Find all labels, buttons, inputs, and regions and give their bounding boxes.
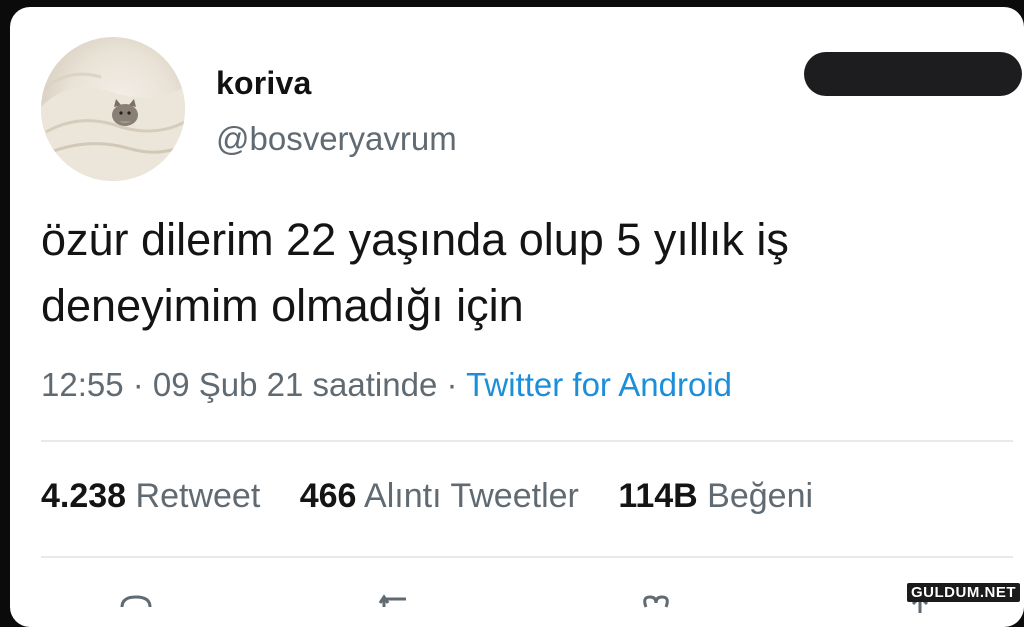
display-name[interactable]: koriva: [216, 65, 311, 102]
user-handle[interactable]: @bosveryavrum: [216, 120, 457, 158]
tweet-text-line-1: özür dilerim 22 yaşında olup 5 yıllık iş: [41, 214, 789, 265]
watermark-logo: GULDUM.NET: [907, 583, 1020, 602]
retweets-label: Retweet: [135, 477, 261, 515]
like-icon[interactable]: [636, 593, 676, 623]
tweet-time[interactable]: 12:55: [41, 366, 124, 403]
divider: [41, 556, 1013, 558]
cat-on-blanket-avatar-icon: [41, 72, 185, 181]
tweet-text-line-2: deneyimim olmadığı için: [41, 280, 524, 331]
divider: [41, 440, 1013, 442]
retweets-count: 4.238: [41, 477, 127, 515]
tweet-text: özür dilerim 22 yaşında olup 5 yıllık iş…: [41, 207, 1001, 339]
tweet-stats: 4.238 Retweet 466 Alıntı Tweetler 114B B…: [41, 477, 843, 516]
quotes-count: 466: [299, 477, 357, 515]
likes-label: Beğeni: [707, 477, 814, 515]
retweets-stat[interactable]: 4.238 Retweet: [41, 477, 260, 515]
tweet-source-link[interactable]: Twitter for Android: [466, 366, 732, 403]
meta-separator: ·: [437, 366, 467, 403]
quotes-stat[interactable]: 466 Alıntı Tweetler: [300, 477, 579, 515]
reply-icon[interactable]: [116, 593, 156, 623]
tweet-date[interactable]: 09 Şub 21 saatinde: [153, 366, 437, 403]
tweet-card: koriva @bosveryavrum özür dilerim 22 yaş…: [10, 7, 1024, 627]
avatar[interactable]: [41, 37, 185, 181]
action-bar: [10, 593, 1024, 623]
likes-stat[interactable]: 114B Beğeni: [618, 477, 813, 515]
redaction-bar: [804, 52, 1022, 96]
likes-count: 114B: [618, 477, 698, 515]
meta-separator: ·: [123, 366, 153, 403]
retweet-icon[interactable]: [376, 593, 416, 623]
tweet-meta: 12:55 · 09 Şub 21 saatinde · Twitter for…: [41, 366, 732, 404]
quotes-label: Alıntı Tweetler: [364, 477, 579, 515]
